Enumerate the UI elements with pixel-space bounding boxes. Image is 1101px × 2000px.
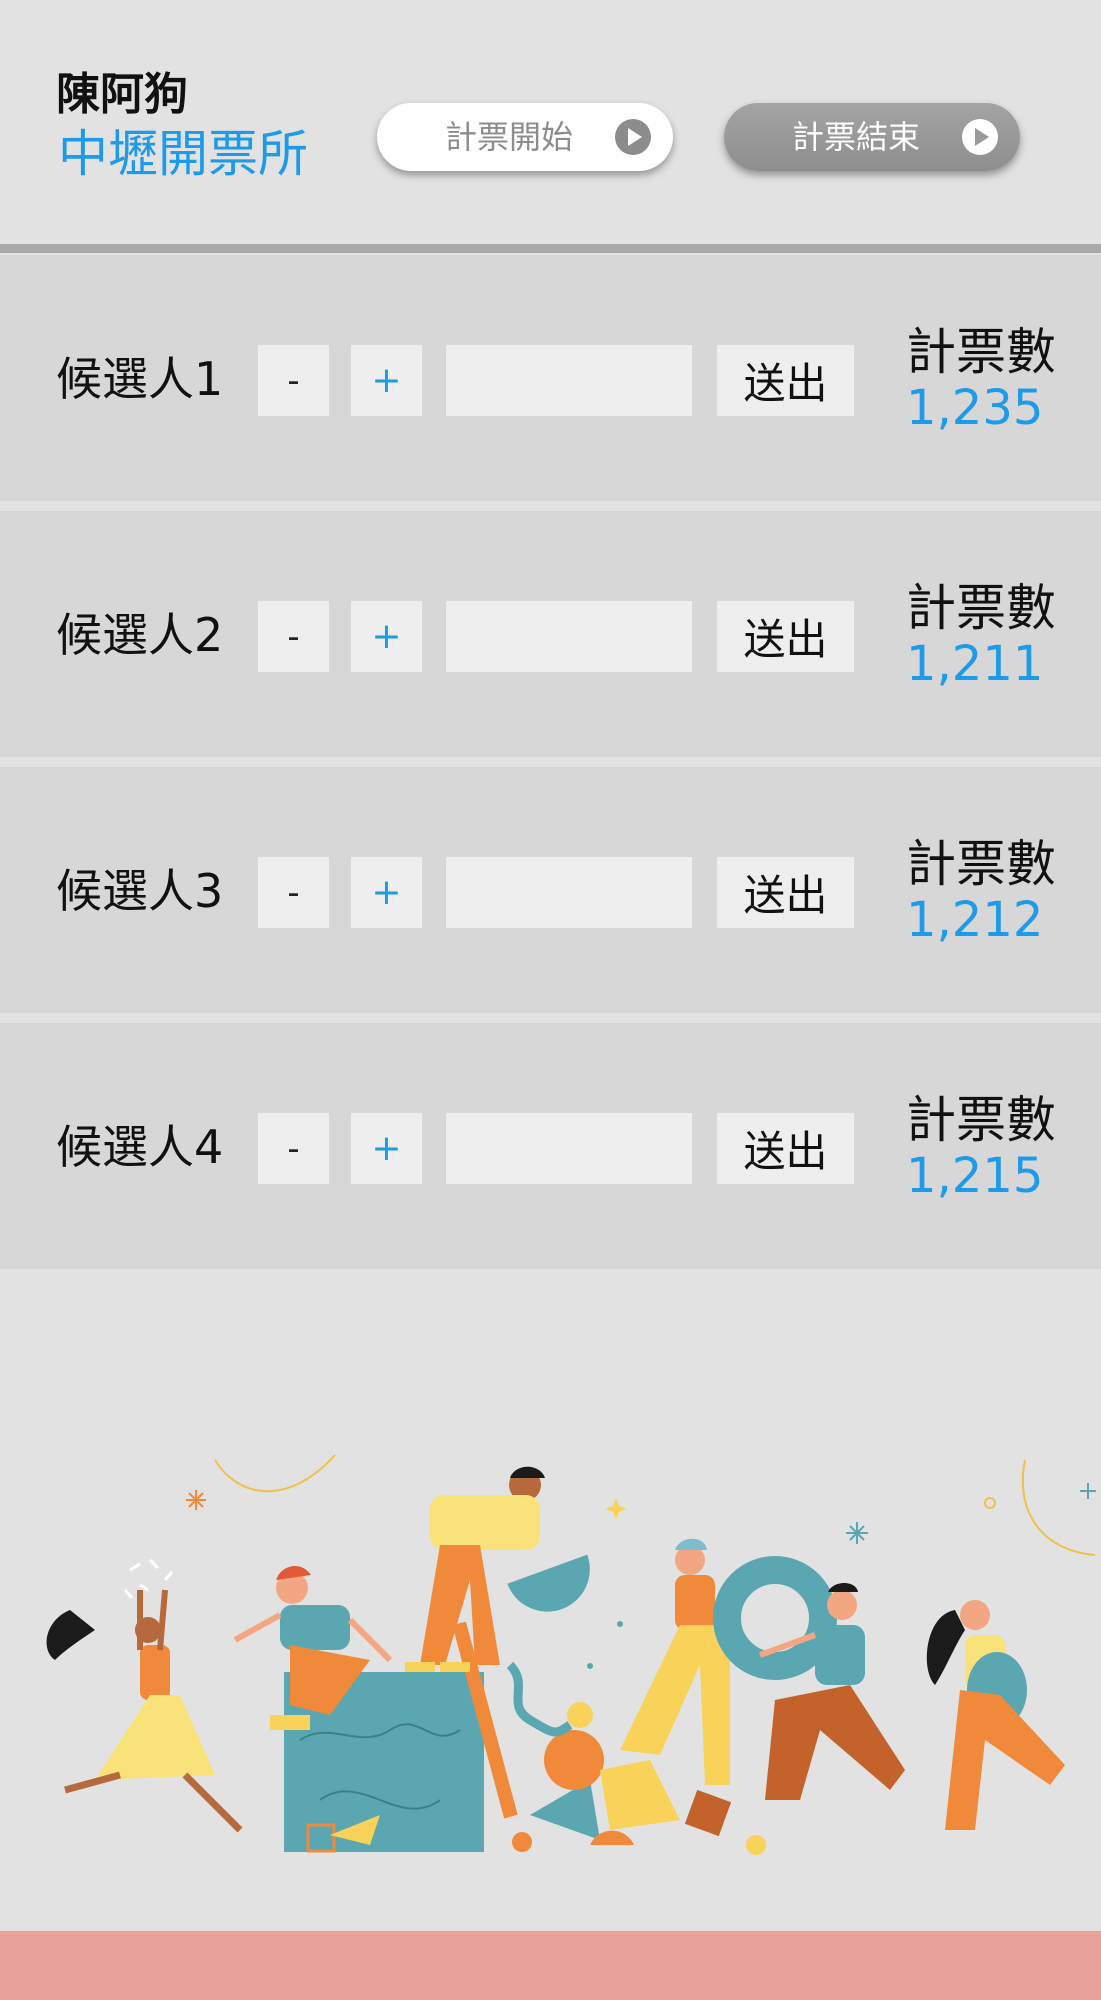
- tally-label: 計票數: [906, 835, 1056, 893]
- end-count-button[interactable]: 計票結束: [724, 103, 1020, 171]
- candidate-row: 候選人2 - + 送出 計票數 1,211: [0, 511, 1101, 757]
- decrement-button[interactable]: -: [258, 345, 329, 416]
- end-count-label: 計票結束: [792, 118, 921, 156]
- tally-value: 1,215: [906, 1148, 1044, 1204]
- submit-button[interactable]: 送出: [717, 1113, 854, 1184]
- candidate-name: 候選人1: [56, 352, 224, 406]
- header: 陳阿狗 中壢開票所 計票開始 計票結束: [0, 0, 1101, 245]
- submit-button[interactable]: 送出: [717, 857, 854, 928]
- candidate-name: 候選人4: [56, 1120, 224, 1174]
- tally-label: 計票數: [906, 1091, 1056, 1149]
- candidate-name: 候選人2: [56, 608, 224, 662]
- submit-button[interactable]: 送出: [717, 345, 854, 416]
- tally-label: 計票數: [906, 323, 1056, 381]
- start-count-label: 計票開始: [445, 118, 574, 156]
- play-circle-icon: [962, 119, 998, 155]
- decrement-button[interactable]: -: [258, 601, 329, 672]
- vote-count-input[interactable]: [446, 1113, 692, 1184]
- decrement-button[interactable]: -: [258, 1113, 329, 1184]
- candidate-name: 候選人3: [56, 864, 224, 918]
- candidate-row: 候選人3 - + 送出 計票數 1,212: [0, 767, 1101, 1013]
- vote-count-input[interactable]: [446, 857, 692, 928]
- candidate-row: 候選人1 - + 送出 計票數 1,235: [0, 255, 1101, 501]
- footer-bar: [0, 1931, 1101, 2000]
- vote-count-input[interactable]: [446, 601, 692, 672]
- tally-value: 1,235: [906, 380, 1044, 436]
- increment-button[interactable]: +: [351, 857, 422, 928]
- play-circle-icon: [615, 119, 651, 155]
- increment-button[interactable]: +: [351, 601, 422, 672]
- header-divider: [0, 244, 1101, 253]
- station-name: 中壢開票所: [58, 125, 308, 183]
- vote-count-input[interactable]: [446, 345, 692, 416]
- tally-label: 計票數: [906, 579, 1056, 637]
- submit-button[interactable]: 送出: [717, 601, 854, 672]
- increment-button[interactable]: +: [351, 345, 422, 416]
- user-name: 陳阿狗: [56, 69, 188, 120]
- candidate-list: 候選人1 - + 送出 計票數 1,235 候選人2 - + 送出 計票數 1,…: [0, 255, 1101, 1279]
- candidate-row: 候選人4 - + 送出 計票數 1,215: [0, 1023, 1101, 1269]
- decrement-button[interactable]: -: [258, 857, 329, 928]
- tally-value: 1,212: [906, 892, 1044, 948]
- start-count-button[interactable]: 計票開始: [377, 103, 673, 171]
- tally-value: 1,211: [906, 636, 1044, 692]
- people-celebrating-illustration: [46, 1454, 1096, 1855]
- increment-button[interactable]: +: [351, 1113, 422, 1184]
